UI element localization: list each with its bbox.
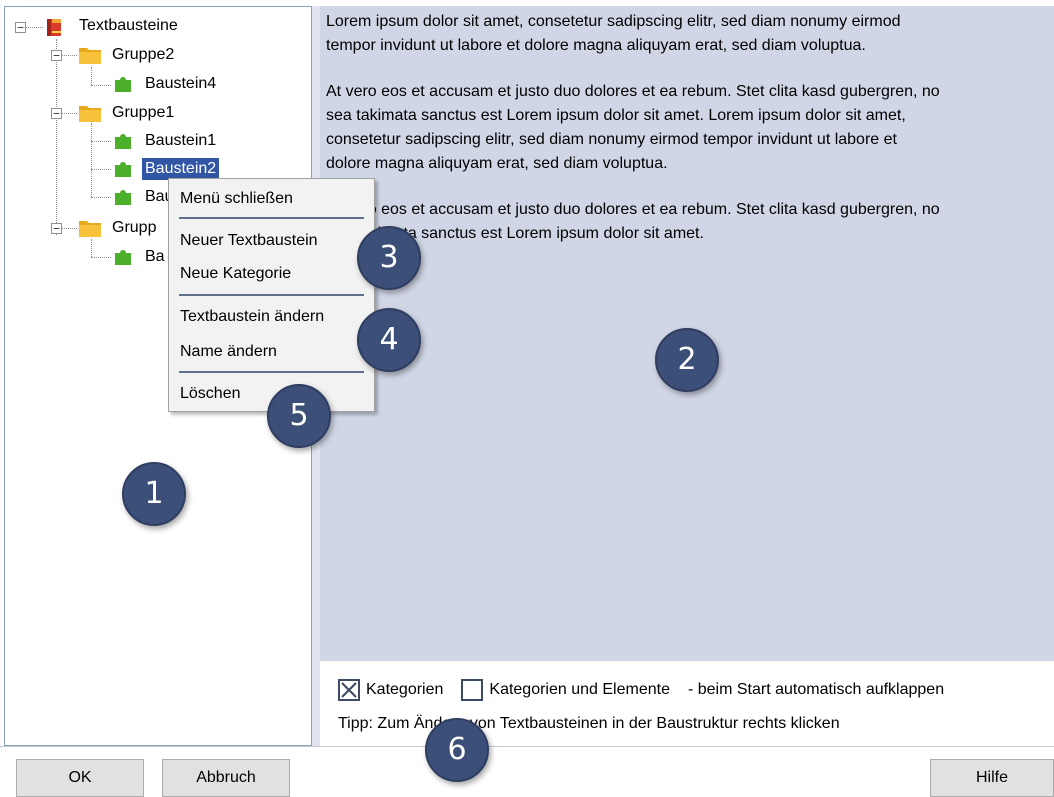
tree-item-label[interactable]: Ba [142, 246, 168, 268]
cancel-button[interactable]: Abbruch [162, 759, 290, 797]
tree-connector [25, 27, 43, 28]
tree-connector [91, 257, 111, 258]
preview-paragraph: Lorem ipsum dolor sit amet, consetetur s… [326, 13, 901, 54]
tree-root-label[interactable]: Textbausteine [76, 15, 181, 37]
text-module-dialog: − Textbausteine − Gruppe2 Baustein4 − Gr… [0, 0, 1054, 797]
categories-checkbox[interactable] [338, 679, 360, 701]
folder-icon [79, 48, 101, 64]
tree-connector [91, 197, 111, 198]
ok-button[interactable]: OK [16, 759, 144, 797]
preview-paragraph: At vero eos et accusam et justo duo dolo… [326, 83, 940, 172]
categories-and-elements-checkbox-label[interactable]: Kategorien und Elemente [489, 681, 670, 699]
puzzle-piece-icon [115, 134, 131, 149]
categories-checkbox-label[interactable]: Kategorien [366, 681, 443, 699]
tree-connector [61, 113, 77, 114]
help-button[interactable]: Hilfe [930, 759, 1054, 797]
puzzle-piece-icon [115, 190, 131, 205]
tree-connector [61, 228, 77, 229]
button-bar: OK Abbruch Hilfe [0, 746, 1054, 797]
expand-options-row: Kategorien Kategorien und Elemente - bei… [338, 679, 944, 701]
tree-item-label[interactable]: Baustein4 [142, 73, 219, 95]
tree-connector [61, 55, 77, 56]
preview-paragraph: At vero eos et accusam et justo duo dolo… [326, 201, 940, 242]
tree-connector [91, 239, 92, 257]
collapse-minus-icon[interactable]: − [51, 108, 62, 119]
callout-badge-2: 2 [655, 328, 719, 392]
tree-item-label-selected[interactable]: Baustein2 [142, 158, 220, 180]
tree-group-label[interactable]: Grupp [109, 217, 159, 239]
book-icon [47, 19, 61, 36]
callout-badge-4: 4 [357, 308, 421, 372]
menu-separator [179, 217, 364, 219]
menu-item-new-text-module[interactable]: Neuer Textbaustein [180, 230, 318, 252]
menu-item-rename[interactable]: Name ändern [180, 341, 277, 363]
callout-badge-3: 3 [357, 226, 421, 290]
menu-item-new-category[interactable]: Neue Kategorie [180, 263, 291, 285]
collapse-minus-icon[interactable]: − [51, 50, 62, 61]
auto-expand-suffix: - beim Start automatisch aufklappen [687, 681, 945, 698]
menu-separator [179, 294, 364, 296]
puzzle-piece-icon [115, 162, 131, 177]
tree-connector [91, 85, 111, 86]
context-menu: Menü schließen Neuer Textbaustein Neue K… [168, 178, 375, 412]
callout-badge-6: 6 [425, 718, 489, 782]
tree-connector [91, 123, 92, 197]
menu-item-delete[interactable]: Löschen [180, 383, 241, 405]
puzzle-piece-icon [115, 250, 131, 265]
folder-icon [79, 221, 101, 237]
categories-and-elements-checkbox[interactable] [461, 679, 484, 701]
tree-item-label[interactable]: Baustein1 [142, 130, 219, 152]
callout-badge-5: 5 [267, 384, 331, 448]
tip-text: Tipp: Zum Ändern von Textbausteinen in d… [338, 715, 840, 732]
tree-connector [91, 169, 111, 170]
folder-icon [79, 106, 101, 122]
check-x-icon [341, 682, 357, 698]
tree-group-label[interactable]: Gruppe1 [109, 102, 177, 124]
collapse-minus-icon[interactable]: − [15, 22, 26, 33]
puzzle-piece-icon [115, 77, 131, 92]
tree-connector [91, 67, 92, 85]
collapse-minus-icon[interactable]: − [51, 223, 62, 234]
menu-item-edit-text-module[interactable]: Textbaustein ändern [180, 306, 324, 328]
menu-separator [179, 371, 364, 373]
tree-group-label[interactable]: Gruppe2 [109, 44, 177, 66]
tree-connector [56, 39, 57, 235]
menu-item-close[interactable]: Menü schließen [180, 188, 293, 210]
tree-connector [91, 141, 111, 142]
callout-badge-1: 1 [122, 462, 186, 526]
